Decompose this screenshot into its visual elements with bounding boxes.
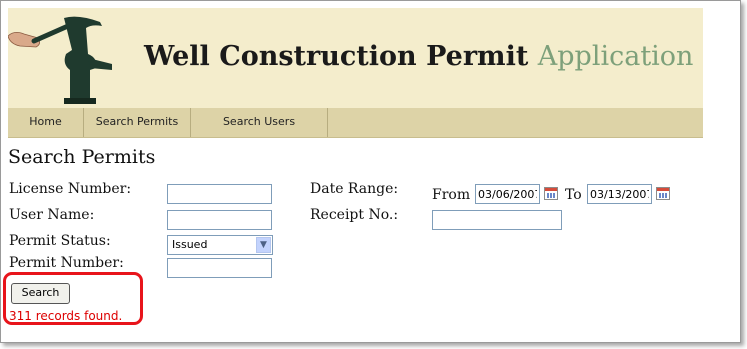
- calendar-from-icon[interactable]: [544, 187, 558, 200]
- from-label: From: [432, 187, 471, 203]
- date-range-label: Date Range:: [310, 181, 399, 197]
- page-title: Search Permits: [8, 146, 156, 168]
- permit-status-value: Issued: [172, 238, 208, 251]
- annotation-highlight-box: [3, 272, 143, 325]
- calendar-to-icon[interactable]: [656, 187, 670, 200]
- license-number-label: License Number:: [9, 181, 132, 197]
- header-banner: Well Construction Permit Application: [8, 8, 703, 108]
- to-label: To: [565, 187, 582, 203]
- user-name-label: User Name:: [9, 207, 95, 223]
- permit-number-label: Permit Number:: [9, 255, 124, 271]
- date-to-input[interactable]: [587, 184, 652, 204]
- permit-status-select[interactable]: Issued ▼: [167, 235, 273, 255]
- nav-item-home[interactable]: Home: [8, 108, 84, 137]
- nav-item-search-users[interactable]: Search Users: [191, 108, 328, 137]
- permit-number-input[interactable]: [167, 258, 272, 278]
- app-title-main: Well Construction Permit: [144, 41, 529, 72]
- app-title: Well Construction Permit Application: [144, 41, 693, 72]
- chevron-down-icon[interactable]: ▼: [256, 237, 271, 253]
- user-name-input[interactable]: [167, 210, 272, 230]
- water-pump-logo: [8, 16, 112, 104]
- receipt-number-input[interactable]: [432, 210, 562, 230]
- nav-item-search-permits[interactable]: Search Permits: [84, 108, 191, 137]
- permit-status-label: Permit Status:: [9, 233, 111, 249]
- license-number-input[interactable]: [167, 184, 272, 204]
- main-nav: Home Search Permits Search Users: [8, 108, 703, 138]
- date-from-input[interactable]: [475, 184, 540, 204]
- app-title-accent: Application: [537, 41, 694, 72]
- receipt-number-label: Receipt No.:: [310, 207, 399, 223]
